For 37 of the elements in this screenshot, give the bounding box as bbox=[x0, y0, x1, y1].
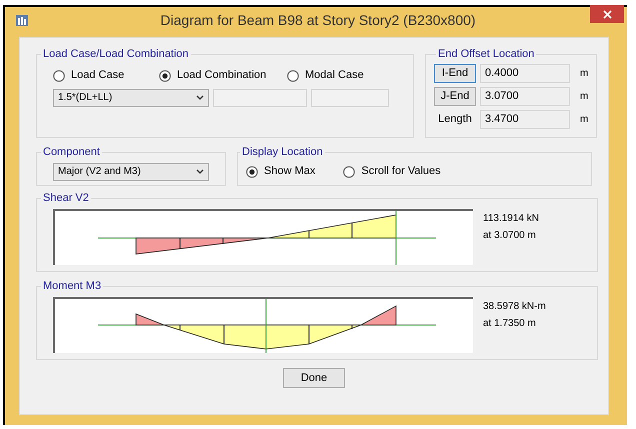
readout-text: 113.1914 kN bbox=[483, 212, 539, 226]
unit-label: m bbox=[580, 90, 588, 104]
value-field[interactable]: 3.0700 bbox=[480, 86, 570, 106]
chevron-down-icon bbox=[196, 169, 204, 174]
unit-label: m bbox=[580, 112, 588, 126]
group-legend: Component bbox=[41, 144, 102, 160]
group-legend: Shear V2 bbox=[41, 190, 91, 206]
done-button[interactable]: Done bbox=[283, 368, 345, 388]
radio-option[interactable]: Show Max bbox=[246, 163, 316, 180]
offset-button[interactable]: I-End bbox=[434, 64, 476, 82]
component-dropdown[interactable]: Major (V2 and M3) bbox=[53, 162, 209, 180]
radio-option[interactable]: Load Combination bbox=[159, 67, 287, 84]
app-icon bbox=[15, 13, 29, 27]
input-field[interactable] bbox=[213, 88, 307, 106]
group-legend: Display Location bbox=[240, 144, 325, 160]
radio-option[interactable]: Scroll for Values bbox=[343, 163, 441, 180]
input-field[interactable] bbox=[311, 88, 389, 106]
readout-text: at 3.0700 m bbox=[483, 228, 537, 242]
combo-dropdown[interactable]: 1.5*(DL+LL) bbox=[53, 88, 209, 106]
radio-option[interactable]: Load Case bbox=[53, 67, 159, 84]
dropdown-value: 1.5*(DL+LL) bbox=[58, 91, 112, 105]
window-title: Diagram for Beam B98 at Story Story2 (B230x800) bbox=[160, 10, 476, 30]
unit-label: m bbox=[580, 66, 588, 80]
dropdown-value: Major (V2 and M3) bbox=[58, 165, 141, 179]
field-label: Length bbox=[437, 112, 473, 127]
value-field[interactable]: 0.4000 bbox=[480, 64, 570, 82]
group-legend: End Offset Location bbox=[436, 46, 536, 62]
close-icon bbox=[602, 10, 612, 18]
radio-option[interactable]: Modal Case bbox=[287, 67, 397, 84]
chevron-down-icon bbox=[196, 95, 204, 100]
readout-text: 38.5978 kN-m bbox=[483, 300, 546, 314]
group-legend: Load Case/Load Combination bbox=[41, 46, 191, 62]
close-button[interactable] bbox=[590, 5, 624, 23]
value-field[interactable]: 3.4700 bbox=[480, 110, 570, 128]
group-legend: Moment M3 bbox=[41, 278, 104, 294]
offset-button[interactable]: J-End bbox=[434, 86, 476, 106]
readout-text: at 1.7350 m bbox=[483, 316, 537, 330]
